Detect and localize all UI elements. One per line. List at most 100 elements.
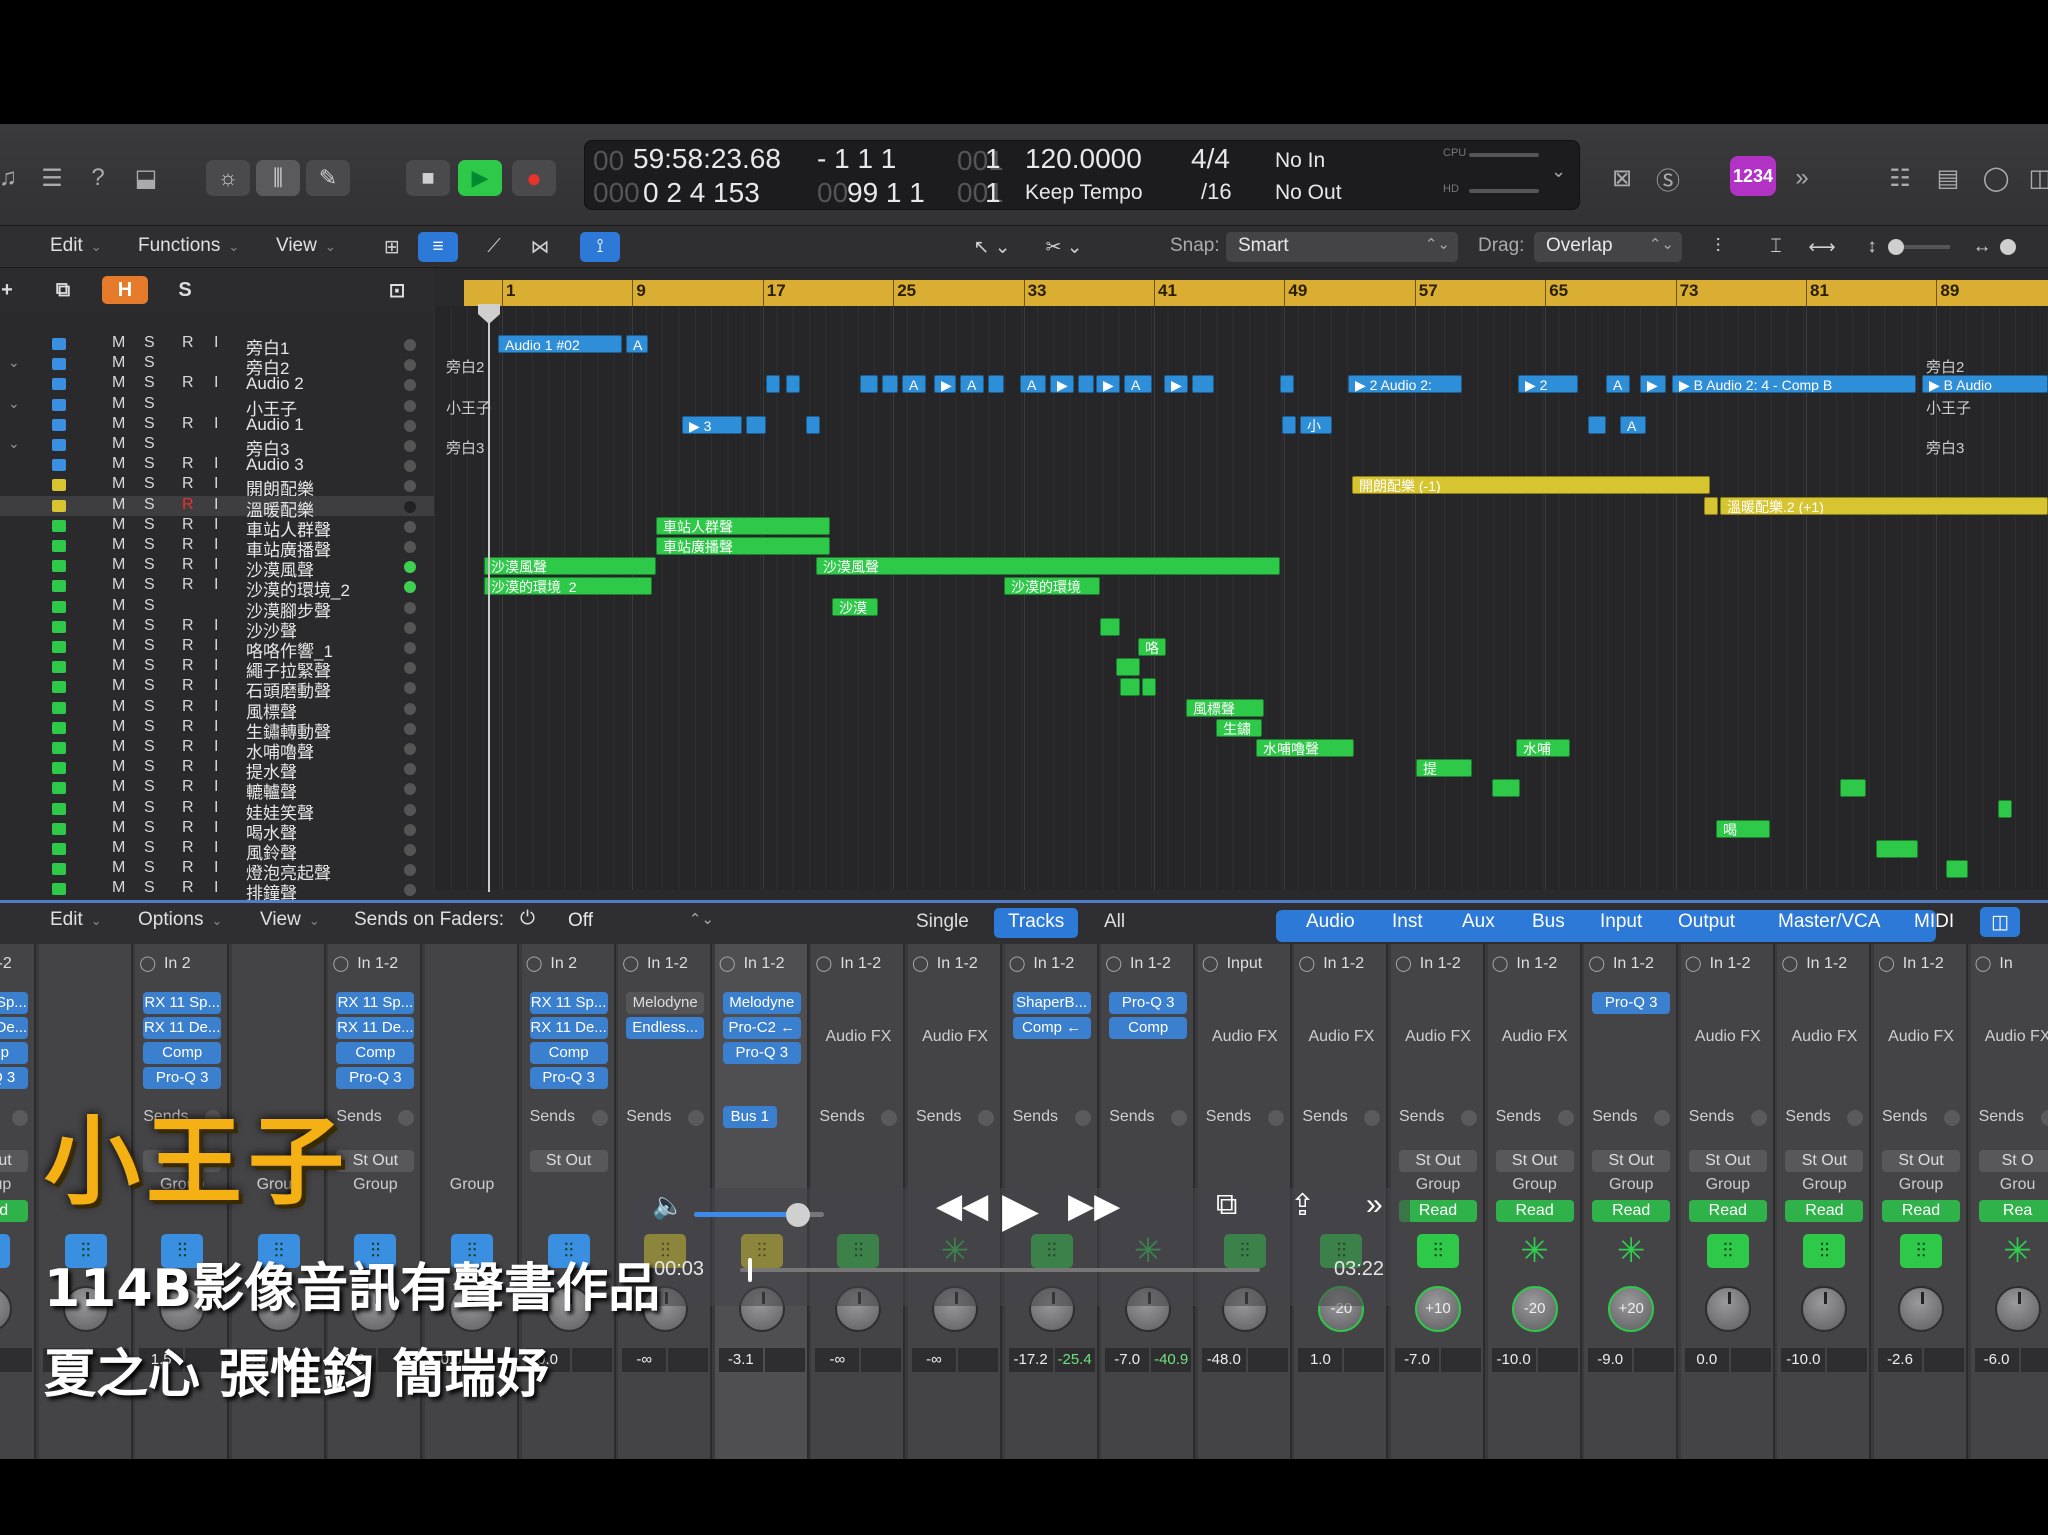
- more-icon[interactable]: »: [1366, 1188, 1383, 1222]
- channel-strip[interactable]: ◯In 1-2 RX 11 Sp... RX 11 De... Comp Pro-Q 3…: [0, 944, 36, 1459]
- input-monitor-button[interactable]: I: [214, 516, 218, 534]
- volume-readout[interactable]: -9.0: [1588, 1348, 1633, 1372]
- progress-track[interactable]: [740, 1268, 1260, 1272]
- region[interactable]: ▶: [934, 375, 956, 394]
- channel-strip[interactable]: ◯ In 1-2 Audio FX Sends St Out Group Read ⫶⫶ -10…: [1777, 944, 1872, 1459]
- plugin-slot[interactable]: Pro-Q 3: [0, 1067, 28, 1089]
- track-row[interactable]: ⌄ M S 小王子: [0, 395, 434, 419]
- mixer-icon[interactable]: ⫼: [256, 160, 300, 196]
- mute-button[interactable]: M: [112, 516, 125, 534]
- record-enable-button[interactable]: R: [182, 374, 194, 392]
- output-slot[interactable]: St Out: [1592, 1150, 1671, 1172]
- input-slot[interactable]: ◯ In 1-2: [1298, 954, 1384, 978]
- output-slot[interactable]: St O: [1978, 1150, 2048, 1172]
- region[interactable]: 水哺嚕聲: [1256, 739, 1354, 757]
- input-format-icon[interactable]: ◯: [1105, 955, 1122, 972]
- track-row[interactable]: M S R I 娃娃笑聲: [0, 799, 434, 823]
- input-slot[interactable]: ◯ Input: [1202, 954, 1288, 978]
- solo-button[interactable]: S: [144, 637, 155, 655]
- track-row[interactable]: M S R I 喝水聲: [0, 819, 434, 843]
- record-enable-button[interactable]: R: [182, 718, 194, 736]
- region[interactable]: [1588, 415, 1606, 434]
- channel-type-inst[interactable]: Inst: [1378, 908, 1437, 938]
- arrange-grid[interactable]: [434, 306, 2048, 890]
- record-enable-button[interactable]: R: [182, 698, 194, 716]
- input-format-icon[interactable]: ◯: [526, 955, 543, 972]
- add-track-icon[interactable]: +: [0, 276, 30, 304]
- track-row[interactable]: M S R I 車站人群聲: [0, 516, 434, 540]
- mute-button[interactable]: M: [112, 415, 125, 433]
- track-name[interactable]: Audio 1: [246, 415, 304, 435]
- input-slot[interactable]: ◯ In 1-2: [1781, 954, 1867, 978]
- audio-fx-slot[interactable]: Audio FX: [908, 1028, 1002, 1046]
- mute-button[interactable]: M: [112, 455, 125, 473]
- solo-button[interactable]: S: [144, 475, 155, 493]
- list-editors-icon[interactable]: ☷: [1882, 160, 1918, 196]
- region[interactable]: [1282, 415, 1296, 434]
- solo-button[interactable]: S: [144, 334, 155, 352]
- region[interactable]: [1192, 375, 1214, 394]
- input-monitor-button[interactable]: I: [214, 819, 218, 837]
- volume-readout[interactable]: 0.0: [1684, 1348, 1729, 1372]
- region[interactable]: [1876, 840, 1918, 858]
- all-button[interactable]: All: [1090, 908, 1139, 938]
- record-enable-button[interactable]: R: [182, 334, 194, 352]
- region[interactable]: ▶ B Audio 2: 4 - Comp B: [1672, 375, 1916, 394]
- track-name[interactable]: Audio 2: [246, 374, 304, 394]
- inspector-icon[interactable]: ☰: [34, 160, 70, 196]
- plugin-slot[interactable]: Comp: [336, 1042, 415, 1064]
- sends-knob[interactable]: [12, 1110, 28, 1126]
- input-monitor-button[interactable]: I: [214, 677, 218, 695]
- view-menu[interactable]: View ⌄: [276, 235, 336, 257]
- record-enable-button[interactable]: R: [182, 799, 194, 817]
- toolbar-icon[interactable]: ⬓: [128, 160, 164, 196]
- region[interactable]: ▶ 2: [1518, 375, 1578, 394]
- region[interactable]: ▶: [1164, 375, 1188, 394]
- region[interactable]: [1120, 678, 1140, 697]
- horizontal-zoom-icon[interactable]: ↔: [1962, 232, 2002, 262]
- mute-button[interactable]: M: [112, 657, 125, 675]
- mixer-view-menu[interactable]: View ⌄: [260, 909, 320, 931]
- track-row[interactable]: M S 沙漠腳步聲: [0, 597, 434, 621]
- region[interactable]: [766, 375, 780, 394]
- mute-button[interactable]: M: [112, 839, 125, 857]
- record-enable-button[interactable]: R: [182, 455, 194, 473]
- mixer-options-menu[interactable]: Options ⌄: [138, 909, 222, 931]
- solo-button[interactable]: S: [144, 415, 155, 433]
- channel-strip[interactable]: ◯ In 1-2 Audio FX Sends St Out Group Read ⫶⫶ 0.0: [1680, 944, 1775, 1459]
- track-name[interactable]: Audio 3: [246, 455, 304, 475]
- solo-button[interactable]: S: [144, 597, 155, 615]
- vertical-fit-icon[interactable]: ⌶: [1756, 232, 1796, 262]
- region[interactable]: [786, 375, 800, 394]
- mute-button[interactable]: M: [112, 556, 125, 574]
- horizontal-zoom-knob[interactable]: [2000, 239, 2016, 255]
- audio-fx-slot[interactable]: Audio FX: [1681, 1028, 1775, 1046]
- pan-knob[interactable]: [1994, 1286, 2041, 1332]
- track-row[interactable]: ⌄ M S 旁白2: [0, 354, 434, 378]
- channel-type-output[interactable]: Output: [1664, 908, 1749, 938]
- group-slot[interactable]: Group: [1882, 1176, 1960, 1194]
- channel-strip[interactable]: ◯ In 1-2 Pro-Q 3 Sends St Out Group Read ✳ +20 -9…: [1584, 944, 1679, 1459]
- volume-readout[interactable]: -10.0: [1491, 1348, 1536, 1372]
- region[interactable]: 車站廣播聲: [656, 537, 830, 555]
- vertical-zoom-icon[interactable]: ↕: [1852, 232, 1892, 262]
- output-slot[interactable]: St Out: [1688, 1150, 1767, 1172]
- volume-readout[interactable]: -6.0: [1974, 1348, 2019, 1372]
- hide-button[interactable]: H: [102, 276, 148, 304]
- region[interactable]: A: [1620, 415, 1646, 434]
- region[interactable]: 沙漠的環境: [1004, 577, 1100, 596]
- track-row[interactable]: M S R I Audio 1: [0, 415, 434, 435]
- mute-button[interactable]: M: [112, 536, 125, 554]
- input-format-icon[interactable]: ◯: [1395, 955, 1412, 972]
- input-monitor-button[interactable]: I: [214, 536, 218, 554]
- sends-knob[interactable]: [1364, 1110, 1381, 1126]
- region[interactable]: 沙漠: [832, 597, 878, 616]
- drag-select[interactable]: Overlap ⌃⌄: [1534, 232, 1682, 262]
- duplicate-track-icon[interactable]: ⧉: [40, 276, 86, 304]
- input-monitor-button[interactable]: I: [214, 496, 218, 514]
- track-row[interactable]: M S R I 石頭磨動聲: [0, 677, 434, 701]
- plugin-slot[interactable]: Pro-C2 ←: [722, 1017, 801, 1039]
- input-monitor-button[interactable]: I: [214, 576, 218, 594]
- notepad-icon[interactable]: ▤: [1930, 160, 1966, 196]
- pointer-tool-icon[interactable]: ↖ ⌄: [962, 232, 1022, 262]
